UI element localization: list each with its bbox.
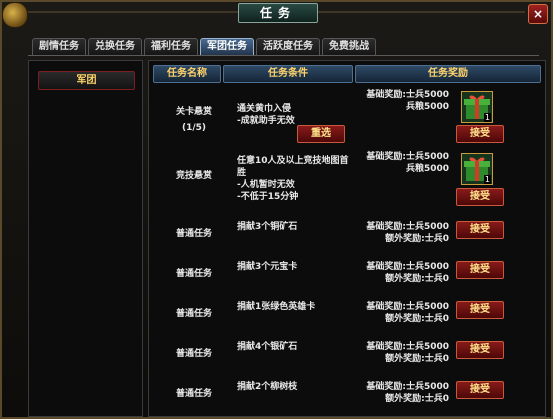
gift-box-icon[interactable]: 1 bbox=[461, 91, 493, 123]
task-condition: 捐献1张绿色英雄卡 bbox=[237, 302, 316, 312]
reward-base: 基础奖励:士兵5000 bbox=[366, 90, 449, 100]
item-count: 1 bbox=[483, 175, 491, 184]
task-name: 竞技悬赏 bbox=[175, 171, 212, 181]
task-name: 普通任务 bbox=[175, 309, 212, 319]
reward-base: 基础奖励:士兵5000 bbox=[366, 222, 449, 232]
task-condition: 任意10人及以上竞技地图首胜 -人机暂时无效 -不低于15分钟 bbox=[237, 156, 349, 202]
task-window: 任务 × 剧情任务 兑换任务 福利任务 军团任务 活跃度任务 免费挑战 军团 任… bbox=[0, 0, 553, 419]
reward-extra: 兵粮5000 bbox=[405, 164, 449, 174]
task-name: 关卡悬赏 bbox=[175, 107, 212, 117]
accept-button[interactable]: 接受 bbox=[456, 381, 504, 399]
close-button[interactable]: × bbox=[528, 4, 548, 24]
tab-free-challenge[interactable]: 免费挑战 bbox=[322, 38, 376, 55]
reward-extra: 额外奖励:士兵0 bbox=[385, 314, 449, 324]
tab-divider bbox=[28, 55, 539, 56]
header-task-reward: 任务奖励 bbox=[355, 65, 541, 83]
task-progress: (1/5) bbox=[181, 123, 207, 133]
tab-legion[interactable]: 军团任务 bbox=[200, 38, 254, 55]
reroll-button[interactable]: 重选 bbox=[297, 125, 345, 143]
task-name: 普通任务 bbox=[175, 349, 212, 359]
accept-button[interactable]: 接受 bbox=[456, 341, 504, 359]
reward-extra: 额外奖励:士兵0 bbox=[385, 234, 449, 244]
table-row: 竞技悬赏 任意10人及以上竞技地图首胜 -人机暂时无效 -不低于15分钟 基础奖… bbox=[149, 152, 545, 209]
tab-bar: 剧情任务 兑换任务 福利任务 军团任务 活跃度任务 免费挑战 bbox=[32, 38, 376, 55]
task-condition: 捐献3个铜矿石 bbox=[237, 222, 298, 232]
reward-base: 基础奖励:士兵5000 bbox=[366, 342, 449, 352]
item-count: 1 bbox=[483, 113, 491, 122]
tab-activity[interactable]: 活跃度任务 bbox=[256, 38, 320, 55]
reward-base: 基础奖励:士兵5000 bbox=[366, 262, 449, 272]
tab-exchange[interactable]: 兑换任务 bbox=[88, 38, 142, 55]
accept-button[interactable]: 接受 bbox=[456, 221, 504, 239]
reward-base: 基础奖励:士兵5000 bbox=[366, 302, 449, 312]
table-row: 普通任务 捐献3个元宝卡 基础奖励:士兵5000 额外奖励:士兵0 接受 bbox=[149, 259, 545, 293]
task-name: 普通任务 bbox=[175, 229, 212, 239]
reward-extra: 额外奖励:士兵0 bbox=[385, 274, 449, 284]
gift-box-icon[interactable]: 1 bbox=[461, 153, 493, 185]
accept-button[interactable]: 接受 bbox=[456, 261, 504, 279]
task-condition: 捐献3个元宝卡 bbox=[237, 262, 298, 272]
reward-base: 基础奖励:士兵5000 bbox=[366, 382, 449, 392]
table-row: 关卡悬赏 (1/5) 通关黄巾入侵 -成就助手无效 基础奖励:士兵5000 兵粮… bbox=[149, 90, 545, 147]
sidebar-item-legion[interactable]: 军团 bbox=[38, 71, 135, 90]
tab-story[interactable]: 剧情任务 bbox=[32, 38, 86, 55]
reward-base: 基础奖励:士兵5000 bbox=[366, 152, 449, 162]
window-title: 任务 bbox=[238, 3, 318, 23]
reward-extra: 额外奖励:士兵0 bbox=[385, 394, 449, 404]
accept-button[interactable]: 接受 bbox=[456, 125, 504, 143]
game-emblem-icon bbox=[2, 2, 28, 28]
task-table: 任务名称 任务条件 任务奖励 关卡悬赏 (1/5) 通关黄巾入侵 -成就助手无效… bbox=[148, 60, 546, 417]
task-condition: 捐献4个银矿石 bbox=[237, 342, 298, 352]
task-condition: 捐献2个柳树枝 bbox=[237, 382, 298, 392]
accept-button[interactable]: 接受 bbox=[456, 188, 504, 206]
header-task-condition: 任务条件 bbox=[223, 65, 353, 83]
sidebar: 军团 bbox=[28, 60, 143, 417]
task-condition: 通关黄巾入侵 -成就助手无效 bbox=[237, 104, 295, 126]
reward-extra: 额外奖励:士兵0 bbox=[385, 354, 449, 364]
header-task-name: 任务名称 bbox=[153, 65, 221, 83]
reward-extra: 兵粮5000 bbox=[405, 102, 449, 112]
table-row: 普通任务 捐献2个柳树枝 基础奖励:士兵5000 额外奖励:士兵0 接受 bbox=[149, 379, 545, 413]
tab-welfare[interactable]: 福利任务 bbox=[144, 38, 198, 55]
table-row: 普通任务 捐献1张绿色英雄卡 基础奖励:士兵5000 额外奖励:士兵0 接受 bbox=[149, 299, 545, 333]
task-name: 普通任务 bbox=[175, 269, 212, 279]
task-name: 普通任务 bbox=[175, 389, 212, 399]
table-row: 普通任务 捐献3个铜矿石 基础奖励:士兵5000 额外奖励:士兵0 接受 bbox=[149, 219, 545, 253]
table-row: 普通任务 捐献4个银矿石 基础奖励:士兵5000 额外奖励:士兵0 接受 bbox=[149, 339, 545, 373]
accept-button[interactable]: 接受 bbox=[456, 301, 504, 319]
